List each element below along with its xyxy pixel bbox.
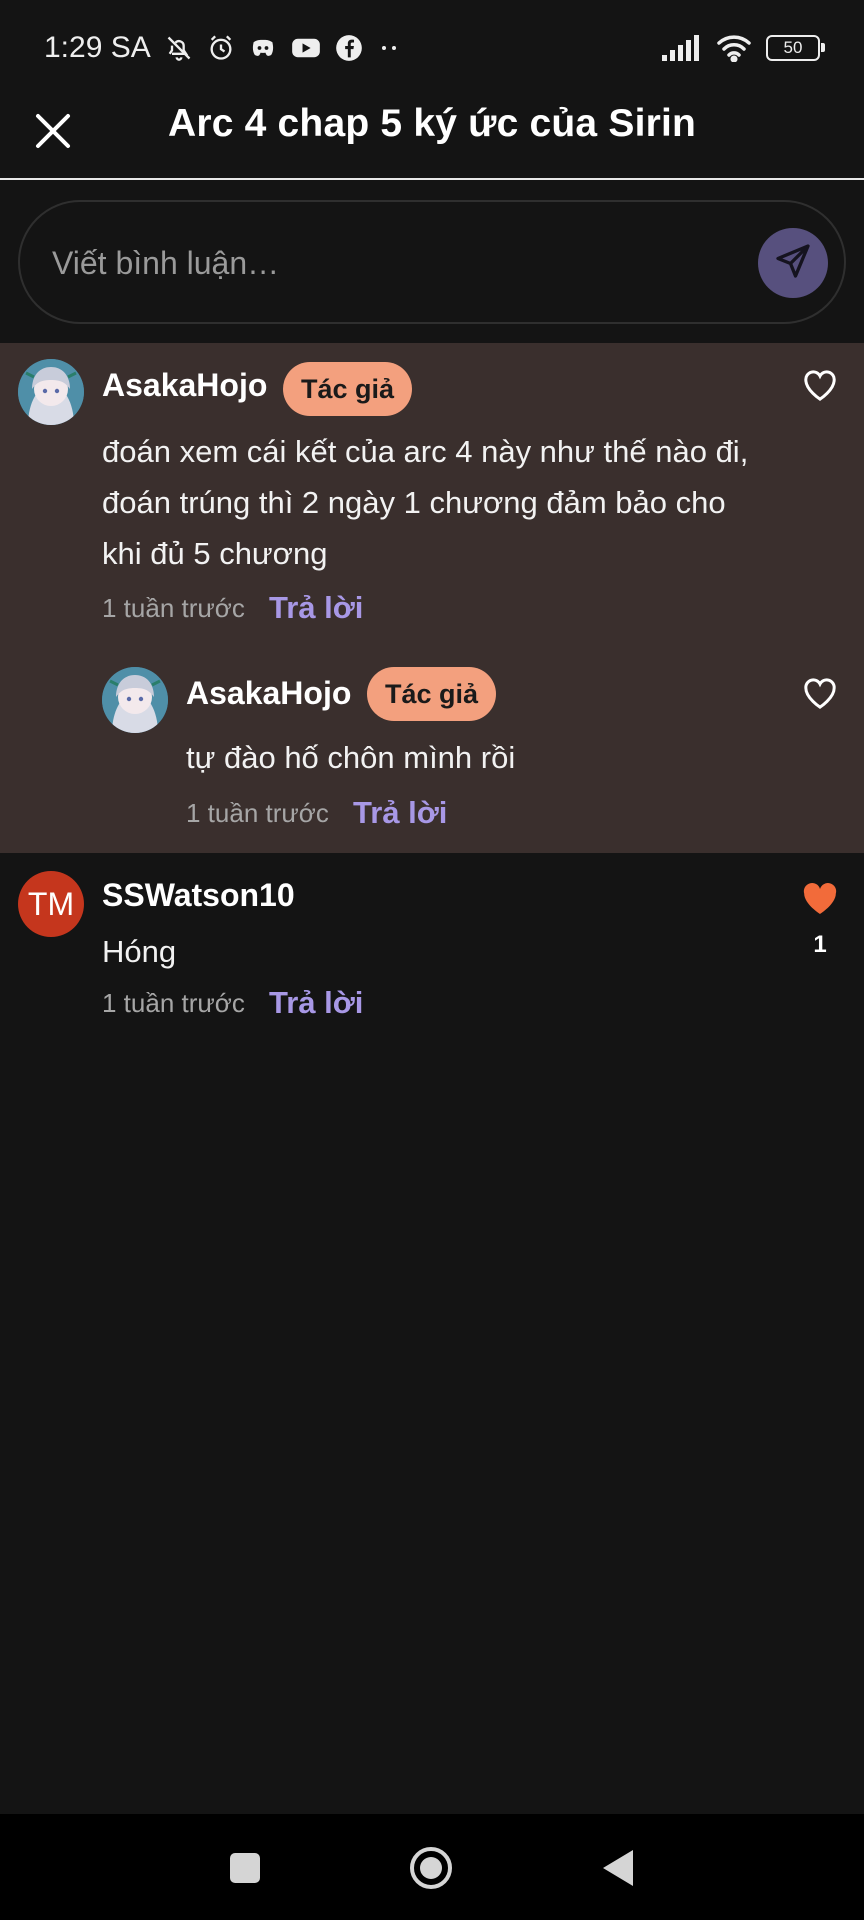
header: Arc 4 chap 5 ký ức của Sirin <box>0 96 864 180</box>
signal-icon <box>662 35 702 61</box>
comment-text: Hóng <box>102 934 177 969</box>
comment-input[interactable] <box>50 202 754 324</box>
reply-button[interactable]: Trả lời <box>269 985 363 1021</box>
comment-composer <box>18 200 846 324</box>
comment-time: 1 tuần trước <box>102 988 245 1018</box>
reply-button[interactable]: Trả lời <box>353 795 447 831</box>
heart-outline-icon[interactable] <box>800 673 840 713</box>
status-bar: 1:29 SA 50 <box>0 0 864 96</box>
page-title: Arc 4 chap 5 ký ức của Sirin <box>167 102 697 145</box>
comment-text: đoán xem cái kết của arc 4 này như thế n… <box>102 434 749 571</box>
close-icon[interactable] <box>30 108 76 154</box>
wifi-icon <box>716 34 752 62</box>
like-count: 1 <box>813 931 827 958</box>
alarm-icon <box>207 34 235 62</box>
system-nav-bar <box>0 1814 864 1920</box>
send-icon <box>773 241 813 286</box>
recents-button[interactable] <box>229 1852 261 1889</box>
avatar[interactable]: TM <box>18 871 84 937</box>
comment-item: AsakaHojo Tác giả đoán xem cái kết của a… <box>0 343 864 853</box>
avatar[interactable] <box>18 359 84 425</box>
more-dots-icon <box>377 43 401 53</box>
reply-time: 1 tuần trước <box>186 798 329 828</box>
reply-username[interactable]: AsakaHojo <box>186 675 351 712</box>
avatar[interactable] <box>102 667 168 733</box>
battery-icon: 50 <box>766 35 825 61</box>
discord-icon <box>249 34 277 62</box>
heart-filled-icon[interactable] <box>800 879 840 919</box>
send-button[interactable] <box>758 228 828 298</box>
back-button[interactable] <box>601 1848 635 1893</box>
bell-off-icon <box>165 34 193 62</box>
comment-username[interactable]: AsakaHojo <box>102 367 267 404</box>
reply-text: tự đào hố chôn mình rồi <box>186 740 516 775</box>
heart-outline-icon[interactable] <box>800 365 840 405</box>
youtube-icon <box>291 34 321 62</box>
facebook-icon <box>335 34 363 62</box>
comment-time: 1 tuần trước <box>102 593 245 623</box>
status-time: 1:29 SA <box>44 31 151 64</box>
author-badge: Tác giả <box>283 362 413 416</box>
home-button[interactable] <box>408 1845 454 1896</box>
comment-username[interactable]: SSWatson10 <box>102 877 295 914</box>
author-badge: Tác giả <box>367 667 497 721</box>
comment-item: TM SSWatson10 1 Hóng 1 tuần trước Trả lờ… <box>0 853 864 1033</box>
reply-button[interactable]: Trả lời <box>269 590 363 626</box>
